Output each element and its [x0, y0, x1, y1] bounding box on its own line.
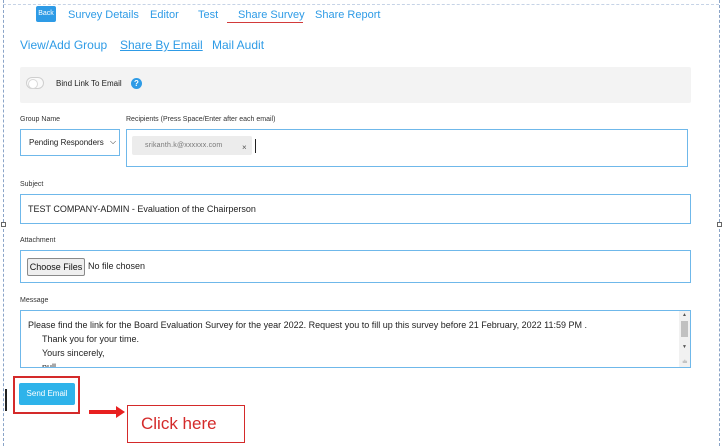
message-label: Message	[20, 297, 49, 304]
subject-label: Subject	[20, 181, 44, 188]
send-email-button[interactable]: Send Email	[19, 383, 75, 405]
tab-share-survey[interactable]: Share Survey	[238, 9, 305, 21]
group-name-select[interactable]: Pending Responders	[20, 129, 120, 156]
resize-handle-right[interactable]	[717, 222, 722, 227]
resize-handle-left[interactable]	[1, 222, 6, 227]
frame-top-border	[3, 4, 719, 5]
message-line: null	[42, 362, 57, 367]
back-button[interactable]: Back	[36, 6, 56, 22]
scroll-up-icon[interactable]: ▲	[682, 312, 687, 318]
bind-link-label: Bind Link To Email	[56, 79, 122, 88]
arrow-head-icon	[116, 406, 125, 418]
attachment-label: Attachment	[20, 237, 56, 244]
bind-link-toggle[interactable]	[26, 77, 44, 89]
text-caret	[255, 139, 256, 153]
recipient-chip-email: srikanth.k@xxxxxx.com	[145, 142, 223, 149]
chip-remove-icon[interactable]: ×	[242, 143, 247, 152]
message-line: Thank you for your time.	[42, 334, 140, 344]
tab-survey-details[interactable]: Survey Details	[68, 9, 139, 21]
subtab-mail-audit[interactable]: Mail Audit	[212, 38, 264, 52]
active-tab-indicator	[227, 22, 303, 23]
subtab-view-add-group[interactable]: View/Add Group	[20, 38, 107, 52]
tab-test[interactable]: Test	[198, 9, 218, 21]
tab-share-report[interactable]: Share Report	[315, 9, 380, 21]
subject-value: TEST COMPANY-ADMIN - Evaluation of the C…	[28, 204, 256, 214]
question-circle-icon[interactable]: ?	[131, 78, 142, 89]
attachment-status: No file chosen	[88, 261, 146, 271]
resize-grip-icon[interactable]: ≐	[682, 358, 688, 366]
message-line: Please find the link for the Board Evalu…	[28, 320, 587, 330]
subtab-share-by-email[interactable]: Share By Email	[120, 38, 203, 52]
arrow-right-icon	[89, 410, 116, 414]
page: Back Survey Details Editor Test Share Su…	[0, 0, 724, 446]
message-line: Yours sincerely,	[42, 348, 105, 358]
choose-files-button[interactable]: Choose Files	[27, 258, 85, 276]
callout-text: Click here	[141, 414, 217, 433]
tab-editor[interactable]: Editor	[150, 9, 179, 21]
group-name-label: Group Name	[20, 116, 61, 123]
scrollbar-thumb[interactable]	[681, 321, 688, 337]
chevron-down-icon: ⌵	[110, 137, 117, 146]
scroll-down-icon[interactable]: ▼	[682, 344, 687, 350]
edge-marker	[5, 389, 7, 411]
recipients-label: Recipients (Press Space/Enter after each…	[126, 116, 276, 123]
